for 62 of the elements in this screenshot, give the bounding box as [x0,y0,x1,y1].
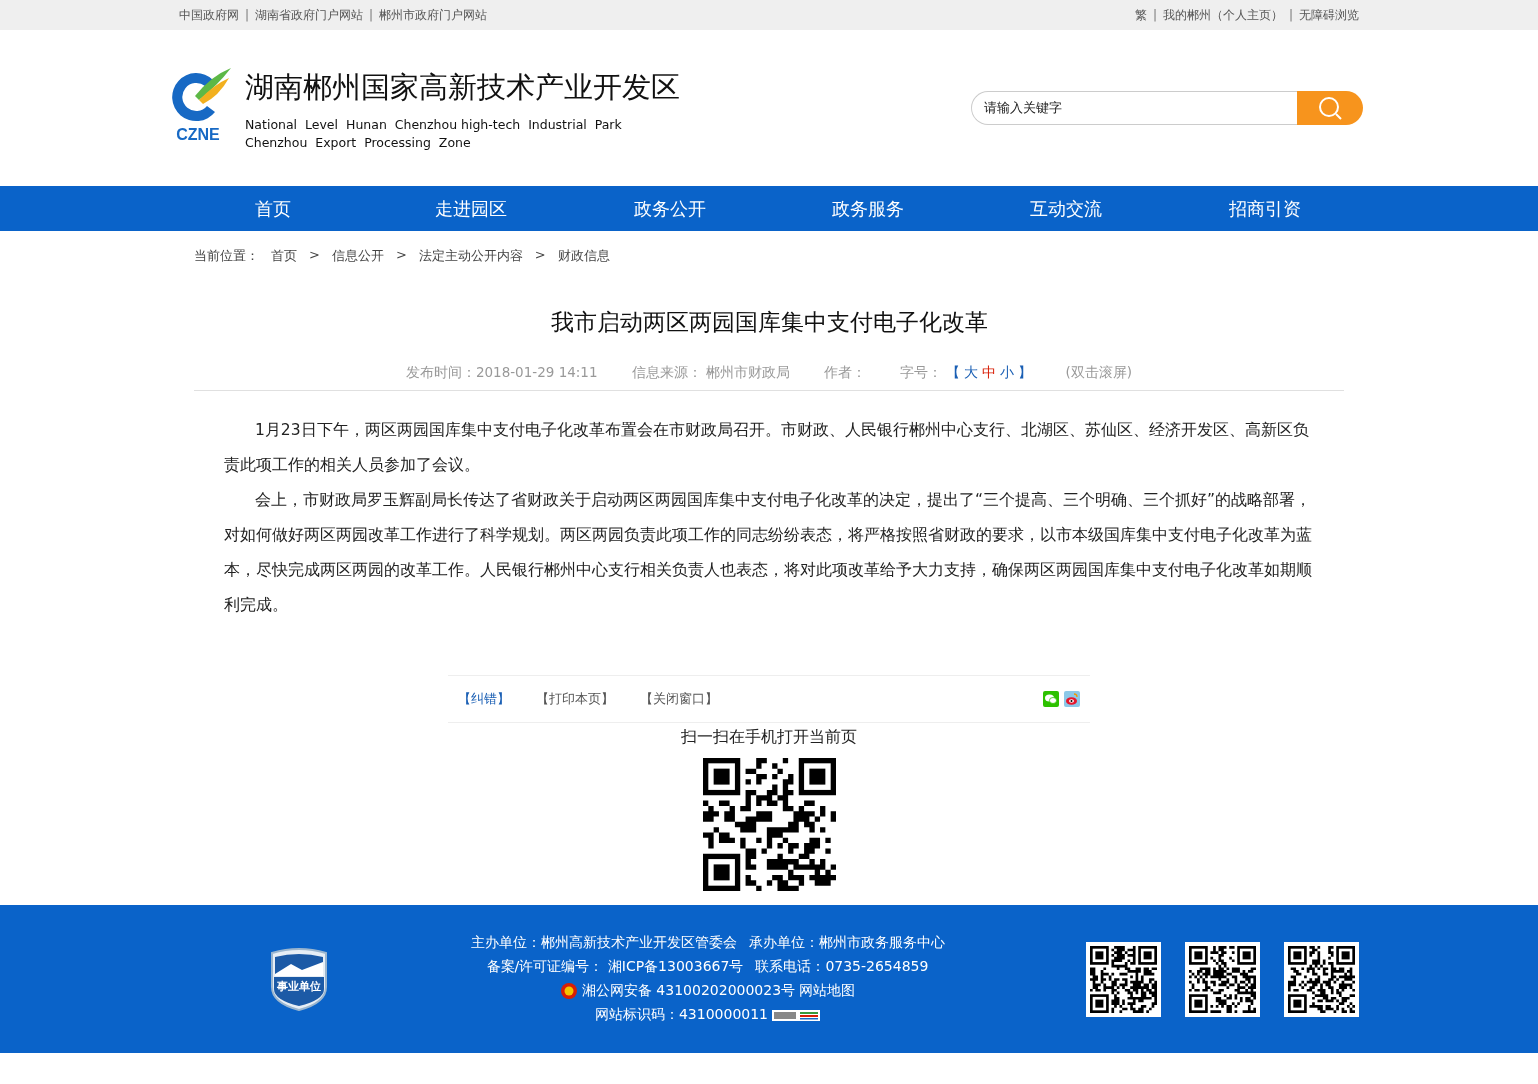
wechat-icon[interactable] [1043,691,1059,707]
separator: | [1288,8,1293,22]
police-emblem-icon [559,982,578,1000]
top-link[interactable]: 郴州市政府门户网站 [379,6,488,24]
footer-text: 承办单位：郴州市政务服务中心 [748,934,945,952]
search-field[interactable]: 请输入关键字 [971,90,1297,125]
footer-text: 湘公网安备 43100202000023号 [581,982,796,1000]
breadcrumb-link[interactable]: 法定主动公开内容 [418,247,523,265]
breadcrumb-separator: > [395,247,407,264]
nav-item[interactable]: 互动交流 [967,186,1166,231]
footer-text: 网站标识码：4310000011 [594,1006,769,1024]
font-size-link[interactable]: 小 [999,364,1014,382]
bracket: 【 [945,364,960,382]
article-title: 我市启动两区两园国库集中支付电子化改革 [549,308,989,337]
top-link[interactable]: 繁 [1134,6,1147,24]
search-icon [1317,94,1343,121]
badge-text: 事业单位 [277,980,321,993]
top-link[interactable]: 湖南省政府门户网站 [255,6,364,24]
qr-caption: 扫一扫在手机打开当前页 [680,727,858,748]
footer-text: 网站地图 [799,982,856,1000]
site-subtitle: Chenzhou Export Processing Zone [245,133,472,152]
footer-text: 主办单位：郴州高新技术产业开发区管委会 [470,934,737,952]
breadcrumb-link[interactable]: 首页 [271,247,297,265]
top-link[interactable]: 无障碍浏览 [1299,6,1359,24]
footer-text: 备案/许可证编号： 湘ICP备13003667号 [486,958,744,976]
font-size-link[interactable]: 大 [963,364,978,382]
tool-link[interactable]: 【打印本页】 [536,690,614,708]
search-button[interactable] [1297,90,1363,125]
breadcrumb-separator: > [309,247,320,264]
nav-item[interactable]: 政务服务 [769,186,968,231]
separator: | [369,8,374,22]
article-paragraph: 会上，市财政局罗玉辉副局长传达了省财政关于启动两区两园国库集中支付电子化改革的决定，提出了“三个提高、三个明确、三个抓好”的战略部署，对如何做好两区两园改革工作进行了科学规划。两区两园负责此项工作的同志纷纷表态，将严格按照省财政的要求，以市本级国库集中支付电子化改革为蓝本，尽快完成两区两园的改革工作。人民银行郴州中心支行相关负责人也表态，将对此项改革给予大力支持，确保两区两园国库集中支付电子化改革如期顺利完成。 [224,490,1313,616]
source-label: 信息来源： [631,364,702,382]
nav-item[interactable]: 政务公开 [570,186,769,231]
breadcrumb-label: 当前位置： [194,247,259,265]
publish-time: 发布时间：2018-01-29 14:11 [405,364,598,382]
breadcrumb-link[interactable]: 信息公开 [331,247,384,265]
weibo-icon[interactable] [1064,691,1080,707]
certification-badge-icon [772,1009,821,1021]
nav-item[interactable]: 走进园区 [372,186,571,231]
separator: | [1152,8,1157,22]
top-link[interactable]: 中国政府网 [179,6,239,24]
top-link[interactable]: 我的郴州（个人主页） [1162,6,1283,24]
nav-item[interactable]: 招商引资 [1165,186,1364,231]
font-size-label: 字号： [899,364,942,382]
nav-item[interactable]: 首页 [174,186,373,231]
source-name: 郴州市财政局 [705,364,790,382]
author-label: 作者： [823,364,866,382]
font-size-link[interactable]: 中 [981,364,996,382]
separator: | [245,8,250,22]
badge-shield-icon [269,947,329,1011]
fullscreen-hint: (双击滚屏) [1065,364,1133,382]
logo-text: CZNE [176,125,220,144]
breadcrumb-link[interactable]: 财政信息 [557,247,610,265]
footer-text: 联系电话：0735-2654859 [755,958,929,976]
breadcrumb-separator: > [534,247,546,264]
site-title: 湖南郴州国家高新技术产业开发区 [245,68,680,106]
site-subtitle: National Level Hunan Chenzhou high-tech Industrial Park [245,115,623,134]
bracket: 】 [1017,364,1032,382]
article-paragraph: 1月23日下午，两区两园国库集中支付电子化改革布置会在市财政局召开。市财政、人民银行郴州中心支行、北湖区、苏仙区、经济开发区、高新区负责此项工作的相关人员参加了会议。 [224,420,1310,476]
tool-link[interactable]: 【关闭窗口】 [640,690,718,708]
tool-link[interactable]: 【纠错】 [458,690,510,708]
